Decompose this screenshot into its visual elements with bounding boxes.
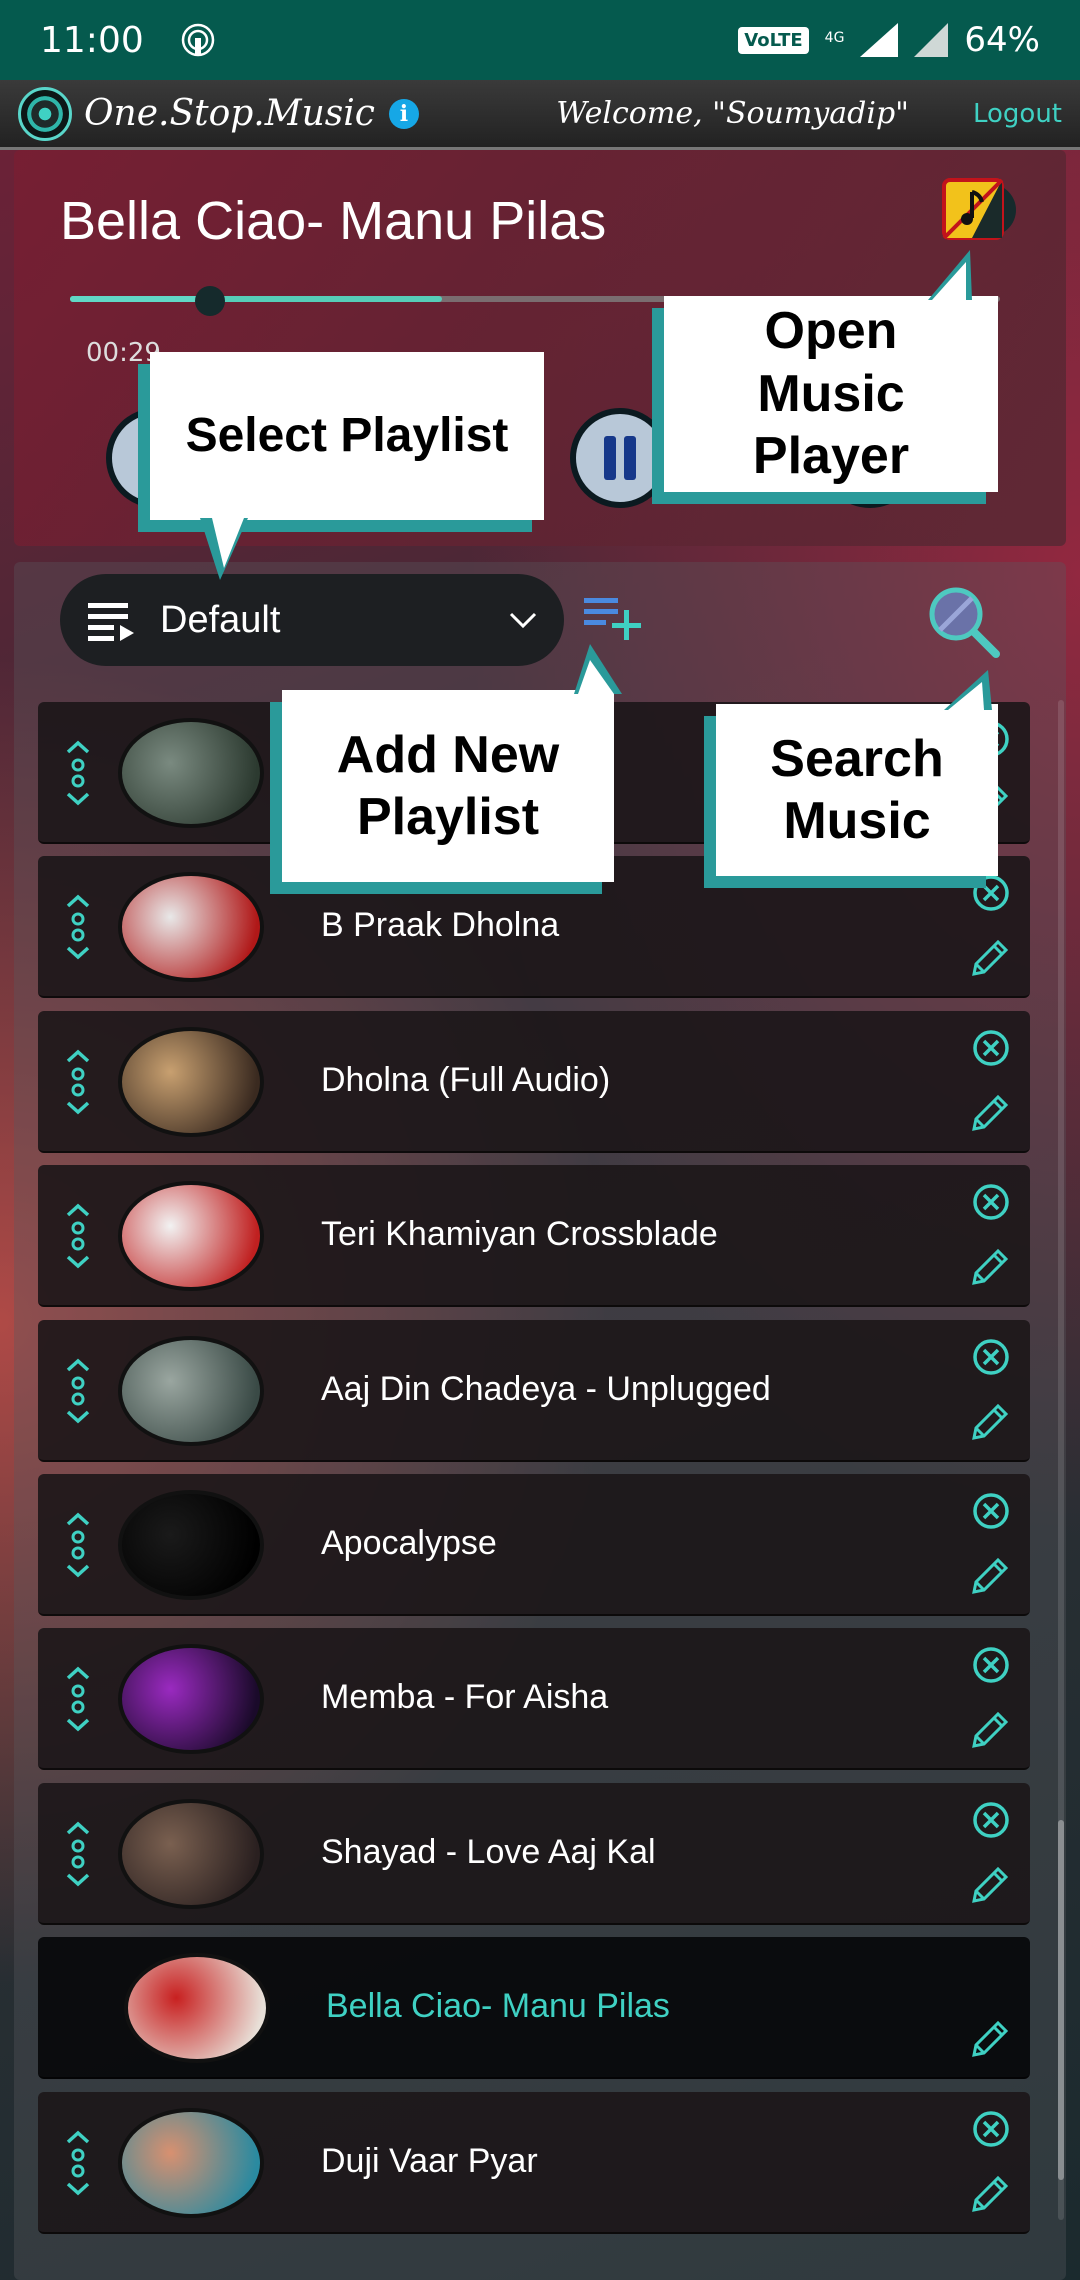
tooltip-search-music: Search Music [716, 704, 998, 876]
song-title: Shayad - Love Aaj Kal [321, 1833, 656, 1871]
signal-icon-2 [914, 23, 949, 57]
song-row[interactable]: Teri Khamiyan Crossblade [38, 1165, 1030, 1307]
hotspot-icon [181, 23, 214, 57]
song-title: B Praak Dholna [321, 906, 560, 944]
drag-handle-icon[interactable] [64, 1821, 92, 1887]
drag-handle-icon[interactable] [64, 1666, 92, 1732]
app-brand: One.Stop.Music [84, 93, 375, 134]
song-thumbnail [118, 2108, 264, 2218]
song-row[interactable]: Memba - For Aisha [38, 1628, 1030, 1770]
playlist-icon [88, 603, 134, 641]
selected-playlist: Default [160, 598, 281, 641]
edit-icon[interactable] [968, 1400, 1012, 1444]
song-row[interactable]: Apocalypse [38, 1474, 1030, 1616]
pause-icon [604, 436, 636, 480]
song-thumbnail [118, 872, 264, 982]
song-title: Teri Khamiyan Crossblade [321, 1215, 718, 1253]
edit-icon[interactable] [968, 1554, 1012, 1598]
song-thumbnail [118, 1181, 264, 1291]
song-row[interactable]: Shayad - Love Aaj Kal [38, 1783, 1030, 1925]
music-player-icon[interactable] [942, 178, 1018, 242]
song-row[interactable]: Dholna (Full Audio) [38, 1011, 1030, 1153]
drag-handle-icon[interactable] [64, 2130, 92, 2196]
drag-handle-icon[interactable] [64, 1049, 92, 1115]
song-title: Apocalypse [321, 1524, 497, 1562]
song-thumbnail [118, 1490, 264, 1600]
tooltip-open-music-player-text: Open Music Player [752, 302, 910, 486]
app-header: One.Stop.Music i Welcome, "Soumyadip" Lo… [0, 80, 1080, 150]
search-icon[interactable] [926, 584, 1002, 660]
edit-icon[interactable] [968, 1708, 1012, 1752]
tooltip-open-music-player: Open Music Player [664, 296, 998, 492]
info-icon[interactable]: i [388, 98, 419, 129]
chevron-down-icon [509, 612, 537, 629]
tooltip-add-new-playlist: Add New Playlist [282, 690, 614, 882]
remove-icon[interactable] [972, 874, 1010, 912]
remove-icon[interactable] [972, 1338, 1010, 1376]
song-thumbnail [118, 1644, 264, 1754]
playlist-dropdown[interactable]: Default [60, 574, 564, 666]
remove-icon[interactable] [972, 1183, 1010, 1221]
volte-badge: VoLTE [738, 26, 809, 54]
song-title: Aaj Din Chadeya - Unplugged [321, 1370, 771, 1408]
tooltip-tail [574, 644, 622, 694]
edit-icon[interactable] [968, 1863, 1012, 1907]
song-title: Bella Ciao- Manu Pilas [326, 1987, 670, 2025]
song-title: Dholna (Full Audio) [321, 1061, 611, 1099]
drag-handle-icon[interactable] [64, 740, 92, 806]
edit-icon[interactable] [968, 1091, 1012, 1135]
welcome-text: Welcome, "Soumyadip" [556, 96, 909, 131]
song-row[interactable]: Aaj Din Chadeya - Unplugged [38, 1320, 1030, 1462]
status-icons: VoLTE 4G 64% [738, 20, 1040, 60]
tooltip-tail [200, 518, 248, 580]
tooltip-tail [944, 670, 992, 710]
progress-fill [70, 296, 210, 302]
drag-handle-icon[interactable] [64, 1203, 92, 1269]
song-title: Memba - For Aisha [321, 1678, 609, 1716]
logout-link[interactable]: Logout [973, 99, 1062, 129]
status-bar: 11:00 VoLTE 4G 64% [0, 0, 1080, 80]
song-row[interactable]: Bella Ciao- Manu Pilas [38, 1937, 1030, 2079]
edit-icon[interactable] [968, 2172, 1012, 2216]
song-thumbnail [118, 1336, 264, 1446]
tooltip-select-playlist: Select Playlist [150, 352, 544, 520]
network-type: 4G [824, 30, 845, 46]
remove-icon[interactable] [972, 1029, 1010, 1067]
song-title: Duji Vaar Pyar [321, 2142, 538, 2180]
tooltip-tail [928, 250, 972, 300]
tooltip-select-playlist-text: Select Playlist [185, 409, 509, 463]
remove-icon[interactable] [972, 1492, 1010, 1530]
scrollbar-thumb[interactable] [1058, 1820, 1064, 2180]
song-thumbnail [118, 1799, 264, 1909]
signal-icon [860, 23, 899, 57]
add-playlist-icon[interactable] [582, 592, 642, 642]
remove-icon[interactable] [972, 1646, 1010, 1684]
edit-icon[interactable] [968, 936, 1012, 980]
song-thumbnail [118, 1027, 264, 1137]
edit-icon[interactable] [968, 2017, 1012, 2061]
tooltip-search-music-text: Search Music [770, 729, 944, 850]
battery-level: 64% [964, 20, 1040, 60]
edit-icon[interactable] [968, 1245, 1012, 1289]
remove-icon[interactable] [972, 2110, 1010, 2148]
song-thumbnail [118, 718, 264, 828]
drag-handle-icon[interactable] [64, 1358, 92, 1424]
tooltip-add-new-playlist-text: Add New Playlist [336, 725, 560, 846]
drag-handle-icon[interactable] [64, 1512, 92, 1578]
drag-handle-icon[interactable] [64, 894, 92, 960]
app-logo-icon [18, 86, 72, 141]
pause-button[interactable] [570, 408, 670, 508]
clock: 11:00 [40, 19, 144, 61]
remove-icon[interactable] [972, 1801, 1010, 1839]
now-playing-title: Bella Ciao- Manu Pilas [60, 191, 607, 251]
progress-handle[interactable] [195, 286, 225, 316]
song-thumbnail [124, 1953, 270, 2063]
song-row[interactable]: Duji Vaar Pyar [38, 2092, 1030, 2234]
